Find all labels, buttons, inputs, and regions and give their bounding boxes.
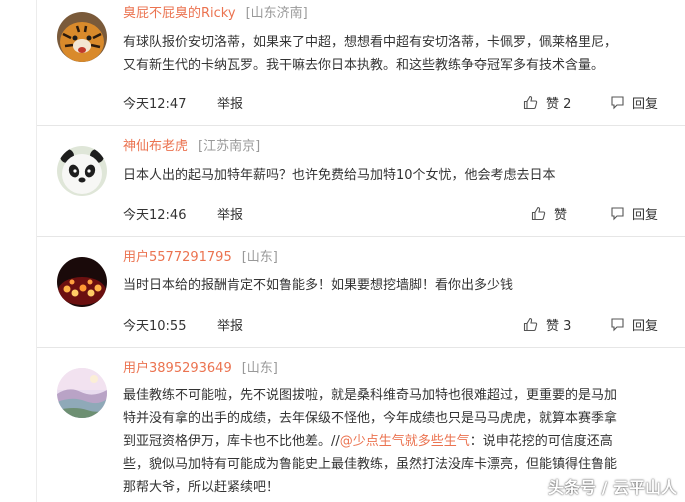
location-label: [山东济南] <box>245 6 308 21</box>
comment-line: 日本人出的起马加特年薪吗？也许免费给马加特10个女忧，他会考虑去日本 <box>123 168 556 183</box>
reply-button[interactable]: 回复 <box>610 95 658 117</box>
like-button[interactable]: 赞 3 <box>523 317 571 339</box>
comment-line: 当时日本给的报酬肯定不如鲁能多！如果要想挖墙脚！看你出多少钱 <box>123 278 514 293</box>
comment-item: 用户5577291795 [山东] 当时日本给的报酬肯定不如鲁能多！如果要想挖墙脚… <box>0 237 685 347</box>
comment-item: 臭屁不屁臭的Ricky [山东济南] 有球队报价安切洛蒂，如果来了中超，想想看中超… <box>0 0 685 125</box>
timestamp: 今天12:47 <box>123 97 187 112</box>
comment-line: 最佳教练不可能啦，先不说图拔啦，就是桑科维奇马加特也很难超过，更重要的是马加 <box>123 388 618 403</box>
reply-label: 回复 <box>632 97 659 112</box>
thumbs-up-icon <box>523 317 538 339</box>
username-link[interactable]: 用户3895293649 <box>123 361 232 376</box>
like-button[interactable]: 赞 2 <box>523 95 571 117</box>
timestamp: 今天12:46 <box>123 208 187 223</box>
username-link[interactable]: 臭屁不屁臭的Ricky <box>123 6 236 21</box>
mention-link[interactable]: @少点生气就多些生气 <box>340 434 470 449</box>
comment-line: 些，貌似马加特有可能成为鲁能史上最佳教练，虽然打法没库卡漂亮，但能镇得住鲁能 <box>123 457 618 472</box>
watermark: 头条号 / 云平山人 <box>548 478 677 497</box>
location-label: [山东] <box>241 250 278 265</box>
like-count: 2 <box>563 97 572 112</box>
comment-text: 当时日本给的报酬肯定不如鲁能多！如果要想挖墙脚！看你出多少钱 <box>123 274 671 297</box>
landscape-avatar-icon[interactable] <box>57 368 107 418</box>
reply-icon <box>610 317 625 339</box>
reply-icon <box>610 95 625 117</box>
reply-label: 回复 <box>632 319 659 334</box>
comment-item: 神仙布老虎 [江苏南京] 日本人出的起马加特年薪吗？也许免费给马加特10个女忧，他… <box>0 126 685 236</box>
comment-actions: 今天12:47 举报 赞 2 回复 <box>123 95 668 115</box>
like-label: 赞 <box>546 319 560 334</box>
comment-line-text: 到亚冠资格伊万，库卡也不比他差。// <box>123 434 340 449</box>
reply-button[interactable]: 回复 <box>610 206 658 228</box>
reply-button[interactable]: 回复 <box>610 317 658 339</box>
like-label: 赞 <box>554 208 568 223</box>
like-label: 赞 <box>546 97 560 112</box>
comment-text: 有球队报价安切洛蒂，如果来了中超，想想看中超有安切洛蒂，卡佩罗，佩莱格里尼， 又… <box>123 31 671 77</box>
location-label: [山东] <box>241 361 278 376</box>
report-button[interactable]: 举报 <box>217 317 243 337</box>
like-count: 3 <box>563 319 572 334</box>
comment-line: 到亚冠资格伊万，库卡也不比他差。//@少点生气就多些生气：说申花挖的可信度还高 <box>123 430 671 453</box>
username-link[interactable]: 神仙布老虎 <box>123 139 188 154</box>
comment-line: 有球队报价安切洛蒂，如果来了中超，想想看中超有安切洛蒂，卡佩罗，佩莱格里尼， <box>123 35 618 50</box>
location-label: [江苏南京] <box>198 139 261 154</box>
comment-header: 用户5577291795 [山东] <box>123 249 278 267</box>
comment-text: 日本人出的起马加特年薪吗？也许免费给马加特10个女忧，他会考虑去日本 <box>123 164 671 187</box>
timestamp: 今天10:55 <box>123 319 187 334</box>
thumbs-up-icon <box>523 95 538 117</box>
candles-avatar-icon[interactable] <box>57 257 107 307</box>
thumbs-up-icon <box>531 206 546 228</box>
username-link[interactable]: 用户5577291795 <box>123 250 232 265</box>
comment-line-text: ：说申花挖的可信度还高 <box>469 434 613 449</box>
panda-avatar-icon[interactable] <box>57 146 107 196</box>
comment-header: 神仙布老虎 [江苏南京] <box>123 138 260 156</box>
comment-actions: 今天12:46 举报 赞 回复 <box>123 206 668 226</box>
report-button[interactable]: 举报 <box>217 95 243 115</box>
report-button[interactable]: 举报 <box>217 206 243 226</box>
comment-header: 臭屁不屁臭的Ricky [山东济南] <box>123 5 308 23</box>
comment-line: 特并没有拿的出手的成绩，去年保级不怪他，今年成绩也只是马马虎虎，就算本赛季拿 <box>123 411 618 426</box>
comment-header: 用户3895293649 [山东] <box>123 360 278 378</box>
comment-actions: 今天10:55 举报 赞 3 回复 <box>123 317 668 337</box>
tiger-avatar-icon[interactable] <box>57 12 107 62</box>
reply-label: 回复 <box>632 208 659 223</box>
like-button[interactable]: 赞 <box>531 206 567 228</box>
comment-line: 又有新生代的卡纳瓦罗。我干嘛去你日本执教。和这些教练争夺冠军多有技术含量。 <box>123 58 605 73</box>
reply-icon <box>610 206 625 228</box>
